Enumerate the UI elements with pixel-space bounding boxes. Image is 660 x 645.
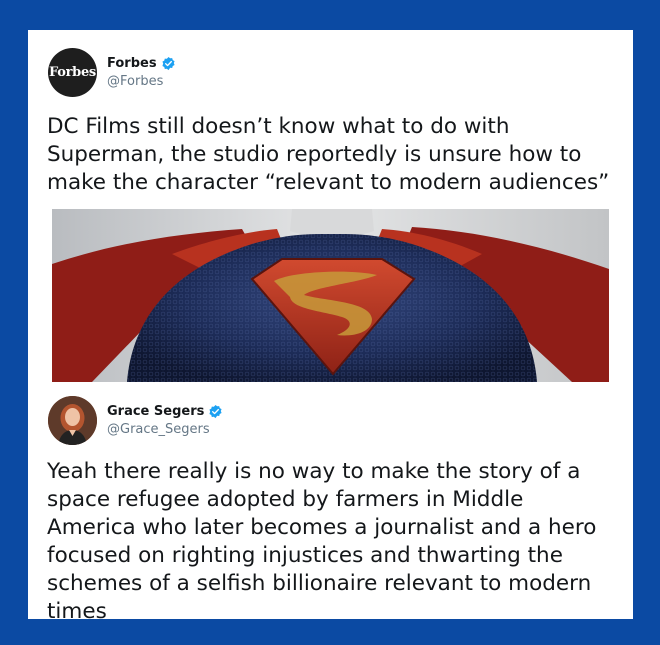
tweet1-display-name[interactable]: Forbes [107, 56, 157, 71]
tweet1-text: DC Films still doesn’t know what to do w… [47, 114, 610, 195]
tweet2-handle[interactable]: @Grace_Segers [107, 422, 223, 437]
tweet2-header: Grace Segers @Grace_Segers [48, 396, 223, 445]
verified-badge-icon [209, 404, 222, 419]
tweet2-display-name[interactable]: Grace Segers [107, 404, 204, 419]
tweet1-author: Forbes @Forbes [107, 56, 176, 89]
forbes-logo-text: Forbes [49, 65, 96, 80]
tweet-card: Forbes Forbes @Forbes DC Films still doe… [28, 30, 633, 624]
superman-suit-image [52, 209, 609, 382]
verified-badge-icon [162, 56, 175, 71]
tweet2-author: Grace Segers @Grace_Segers [107, 404, 223, 437]
tweet2-name-row: Grace Segers [107, 404, 223, 419]
tweet1-handle[interactable]: @Forbes [107, 74, 176, 89]
portrait-icon [48, 396, 97, 445]
tweet1-header: Forbes Forbes @Forbes [48, 48, 176, 97]
grace-segers-avatar[interactable] [48, 396, 97, 445]
tweet2-text: Yeah there really is no way to make the … [47, 459, 597, 624]
tweet1-name-row: Forbes [107, 56, 176, 71]
forbes-avatar[interactable]: Forbes [48, 48, 97, 97]
tweet1-media-image[interactable] [52, 209, 609, 382]
